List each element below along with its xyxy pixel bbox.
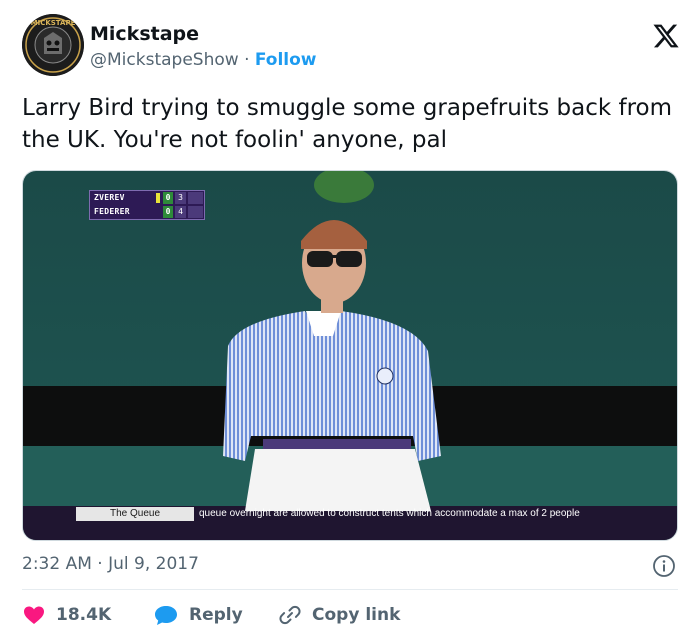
author-name[interactable]: Mickstape [90, 22, 317, 46]
scoreboard-row: ZVEREV 0 3 [90, 191, 206, 205]
set-score: 0 [163, 192, 173, 204]
divider [22, 589, 678, 590]
tweet-media[interactable]: ZVEREV 0 3 FEDERER 0 4 The Queue queue o… [22, 170, 678, 541]
like-button[interactable]: 18.4K [22, 600, 111, 630]
ticker-label: The Queue [76, 507, 194, 521]
action-bar: 18.4K Reply Copy link [22, 600, 678, 630]
tweet-header: MICKSTAPE Mickstape @MickstapeShow · Fol… [22, 14, 682, 78]
reply-label: Reply [189, 605, 243, 625]
serve-indicator [156, 193, 160, 203]
broadcast-ticker: The Queue queue overnight are allowed to… [23, 506, 677, 522]
media-photo [23, 171, 677, 540]
author-block: Mickstape @MickstapeShow · Follow [90, 22, 317, 72]
separator-dot: · [244, 50, 250, 70]
scoreboard: ZVEREV 0 3 FEDERER 0 4 [89, 190, 205, 220]
tweet-timestamp[interactable]: 2:32 AM · Jul 9, 2017 [22, 552, 199, 576]
copy-link-button[interactable]: Copy link [278, 600, 400, 630]
scoreboard-row: FEDERER 0 4 [90, 205, 206, 219]
author-subline: @MickstapeShow · Follow [90, 48, 317, 72]
info-icon[interactable] [652, 554, 676, 578]
score-cell [188, 192, 203, 204]
player-name: ZVEREV [94, 193, 125, 202]
author-handle[interactable]: @MickstapeShow [90, 50, 239, 70]
score-cell [188, 206, 203, 218]
tweet-text: Larry Bird trying to smuggle some grapef… [22, 95, 672, 153]
set-score: 0 [163, 206, 173, 218]
author-avatar[interactable]: MICKSTAPE [22, 14, 84, 76]
avatar-logo-icon: MICKSTAPE [22, 14, 84, 76]
like-count: 18.4K [56, 605, 112, 625]
link-icon [279, 605, 301, 625]
reply-button[interactable]: Reply [153, 600, 243, 630]
ticker-text: queue overnight are allowed to construct… [199, 508, 580, 519]
heart-icon [24, 606, 44, 624]
avatar-wordmark: MICKSTAPE [31, 19, 76, 27]
game-score: 4 [175, 206, 186, 218]
game-score: 3 [175, 192, 186, 204]
x-logo-icon[interactable] [652, 22, 680, 50]
reply-bubble-icon [155, 606, 177, 625]
player-name: FEDERER [94, 207, 130, 216]
follow-link[interactable]: Follow [255, 50, 317, 70]
copy-link-label: Copy link [312, 605, 401, 625]
